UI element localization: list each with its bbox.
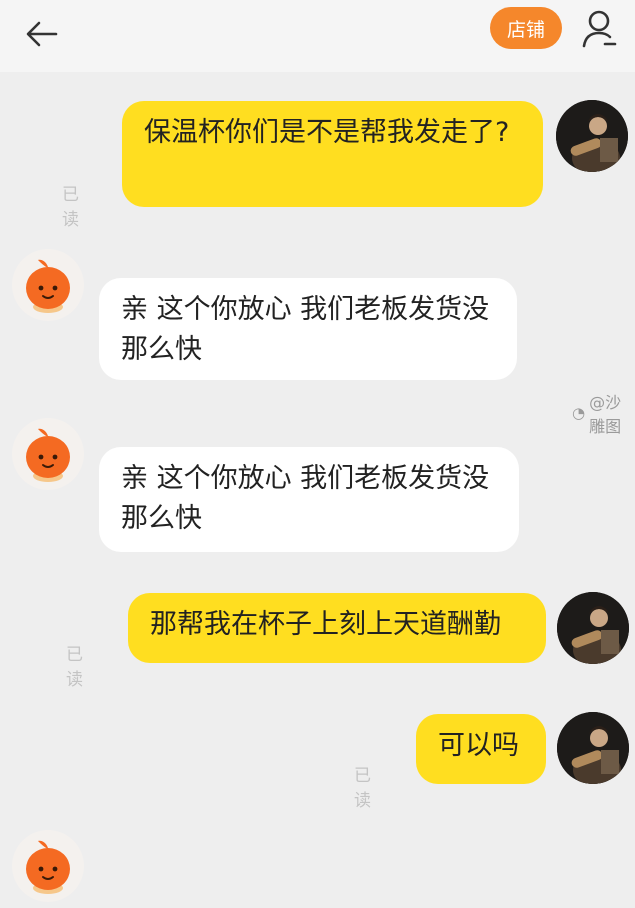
user-avatar[interactable] — [557, 712, 629, 784]
read-receipt: 已读 — [62, 185, 79, 230]
message-bubble[interactable]: 亲 这个你放心 我们老板发货没那么快 — [99, 278, 517, 380]
orange-mascot-icon[interactable] — [10, 828, 86, 904]
shop-button-label: 店铺 — [506, 18, 545, 41]
watermark-text: @沙雕图 — [589, 393, 622, 436]
shop-button[interactable]: 店铺 — [490, 7, 562, 49]
orange-mascot-icon[interactable] — [10, 247, 86, 323]
watermark: ◔ @沙雕图 — [572, 389, 635, 437]
weibo-icon: ◔ — [572, 404, 586, 422]
back-arrow-icon — [26, 21, 58, 47]
message-bubble[interactable]: 保温杯你们是不是帮我发走了? — [122, 101, 543, 207]
user-avatar[interactable] — [556, 100, 628, 172]
person-icon — [582, 10, 617, 48]
read-receipt: 已读 — [66, 645, 83, 690]
chat-header: 店铺 — [0, 0, 635, 72]
message-bubble[interactable]: 那帮我在杯子上刻上天道酬勤 — [128, 593, 546, 663]
read-receipt: 已读 — [354, 766, 371, 811]
orange-mascot-icon[interactable] — [10, 416, 86, 492]
back-button[interactable] — [22, 14, 62, 54]
message-bubble[interactable]: 可以吗 — [416, 714, 546, 784]
message-bubble[interactable]: 亲 这个你放心 我们老板发货没那么快 — [99, 447, 519, 552]
user-avatar[interactable] — [557, 592, 629, 664]
profile-button[interactable] — [580, 8, 620, 50]
